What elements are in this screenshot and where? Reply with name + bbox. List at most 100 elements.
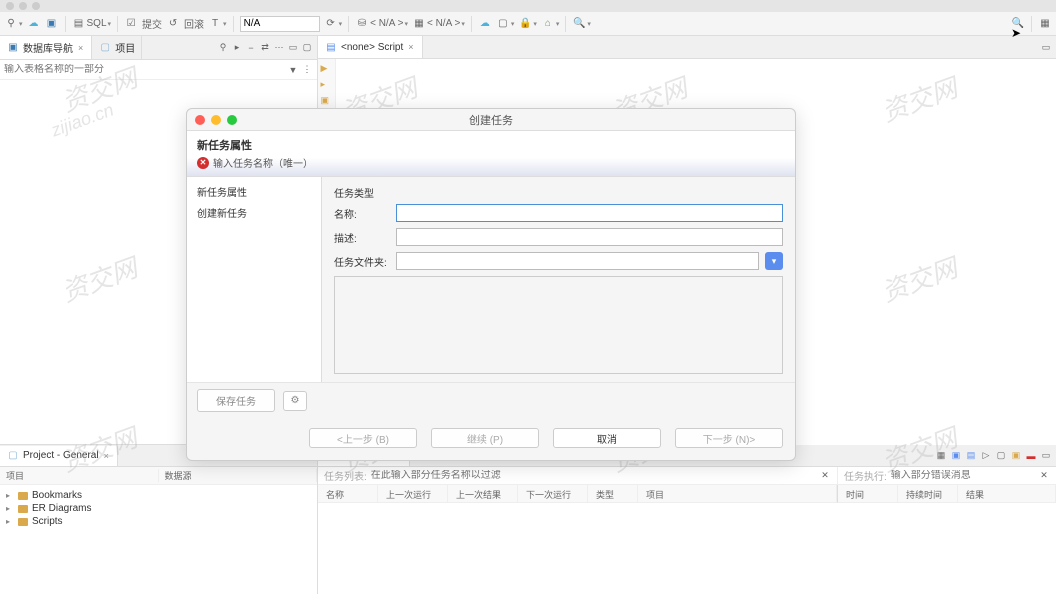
new-folder-icon[interactable]: ▸ (231, 42, 243, 54)
col-time[interactable]: 时间 (838, 485, 898, 502)
cloud-sync-icon[interactable]: ☁ (478, 17, 492, 31)
col-result[interactable]: 结果 (958, 485, 1056, 502)
save-task-button[interactable]: 保存任务 (197, 389, 275, 412)
project-icon: ▢ (98, 41, 112, 55)
col-duration[interactable]: 持续时间 (898, 485, 958, 502)
tab-projects[interactable]: ▢ 项目 (92, 36, 142, 59)
filter-icon[interactable]: ▼ (287, 64, 299, 76)
col-datasource[interactable]: 数据源 (159, 469, 318, 482)
explain-icon[interactable]: ▣ (321, 95, 333, 107)
clear-icon[interactable]: ✕ (1038, 470, 1050, 482)
col-project[interactable]: 项目 (0, 469, 159, 482)
col-next-run[interactable]: 下一次运行 (518, 485, 588, 502)
task-filter-input[interactable] (371, 470, 819, 481)
lock-dropdown[interactable]: 🔒▾ (518, 17, 537, 31)
close-icon[interactable]: × (76, 43, 85, 53)
sidebar-item-create-new-task[interactable]: 创建新任务 (187, 202, 321, 223)
dialog-min-dot[interactable] (211, 115, 221, 125)
col-last-run[interactable]: 上一次运行 (378, 485, 448, 502)
mac-close-dot[interactable] (6, 2, 14, 10)
plug-icon: ⚲ (4, 17, 18, 31)
exec-filter-input[interactable] (891, 470, 1038, 481)
folder-input[interactable] (396, 252, 759, 270)
close-icon[interactable]: × (406, 42, 415, 52)
home-icon: ⌂ (541, 17, 555, 31)
chevron-icon: ▸ (6, 517, 14, 526)
editor-tab-script[interactable]: ▤ <none> Script × (318, 36, 423, 58)
search-dropdown[interactable]: 🔍▾ (572, 17, 591, 31)
maximize-editor-icon[interactable]: ▭ (1040, 41, 1052, 53)
grid-toggle-icon[interactable]: ▦ (1038, 17, 1052, 31)
col-type[interactable]: 类型 (588, 485, 638, 502)
save-row: 保存任务 ⚙ (187, 382, 795, 418)
catalog-icon: ▦ (412, 17, 426, 31)
banner-subtitle: 输入任务名称（唯一） (213, 155, 313, 170)
minimize-icon[interactable]: ▭ (287, 42, 299, 54)
close-icon[interactable]: × (102, 451, 111, 461)
col-project[interactable]: 项目 (638, 485, 837, 502)
separator (348, 16, 349, 32)
back-button[interactable]: <上一步 (B) (309, 428, 417, 448)
grid-icon[interactable]: ▦ (935, 450, 947, 462)
delete-icon[interactable]: ▬ (1025, 450, 1037, 462)
folder-open-icon[interactable]: ▣ (45, 17, 59, 31)
rollback-icon[interactable]: ↺ (166, 17, 180, 31)
desc-input[interactable] (396, 228, 783, 246)
dialog-titlebar: 创建任务 (187, 109, 795, 131)
save-config-button[interactable]: ⚙ (283, 391, 307, 411)
name-input[interactable] (396, 204, 783, 222)
dialog-close-dot[interactable] (195, 115, 205, 125)
schema-dropdown[interactable]: ⛁< N/A >▾ (355, 17, 408, 31)
refresh-icon[interactable]: ⋯ (273, 42, 285, 54)
run-icon[interactable]: ▶ (321, 63, 333, 75)
bottom-area: ▢ Project - General × ⚙ − + ⇄ ▭ ▢ 项目 数据源… (0, 444, 1056, 594)
col-name[interactable]: 名称 (318, 485, 378, 502)
window-titlebar (0, 0, 1056, 12)
filter-settings-icon[interactable]: ⋮ (301, 64, 313, 76)
commit-icon[interactable]: ☑ (124, 17, 138, 31)
collapse-icon[interactable]: − (245, 42, 257, 54)
separator (233, 16, 234, 32)
cancel-button[interactable]: 取消 (553, 428, 661, 448)
minimize-icon[interactable]: ▭ (1040, 450, 1052, 462)
run-cursor-icon[interactable]: ▸ (321, 79, 333, 91)
cloud-icon[interactable]: ☁ (27, 17, 41, 31)
catalog-dropdown[interactable]: ▦< N/A >▾ (412, 17, 465, 31)
sql-dropdown[interactable]: ▤SQL▾ (72, 17, 112, 31)
sidebar-item-new-task-props[interactable]: 新任务属性 (187, 181, 321, 202)
browse-folder-button[interactable]: ▾ (765, 252, 783, 270)
new-task-icon[interactable]: ▣ (1010, 450, 1022, 462)
tab-project-general[interactable]: ▢ Project - General × (0, 446, 118, 466)
continue-button[interactable]: 继续 (P) (431, 428, 539, 448)
view2-icon[interactable]: ▤ (965, 450, 977, 462)
connect-icon[interactable]: ⚲ (217, 42, 229, 54)
exec-columns: 时间 持续时间 结果 (838, 485, 1056, 503)
home-dropdown[interactable]: ⌂▾ (541, 17, 560, 31)
clear-icon[interactable]: ✕ (819, 470, 831, 482)
tree-item-bookmarks[interactable]: ▸Bookmarks (6, 489, 311, 502)
tx-mode-dropdown[interactable]: T▾ (208, 17, 227, 31)
global-search-icon[interactable]: 🔍 (1011, 17, 1025, 31)
tree-item-scripts[interactable]: ▸Scripts (6, 515, 311, 528)
details-area[interactable] (334, 276, 783, 374)
datasource-refresh-dropdown[interactable]: ⟳▾ (324, 17, 343, 31)
link-icon[interactable]: ⇄ (259, 42, 271, 54)
datasource-input[interactable] (240, 16, 320, 32)
next-button[interactable]: 下一步 (N)> (675, 428, 783, 448)
tab-database-navigator[interactable]: ▣ 数据库导航 × (0, 36, 92, 59)
dialog-max-dot[interactable] (227, 115, 237, 125)
filter-input[interactable] (4, 64, 287, 75)
export-icon[interactable]: ▷ (980, 450, 992, 462)
db-nav-icon: ▣ (6, 41, 20, 55)
view1-icon[interactable]: ▣ (950, 450, 962, 462)
filter-label: 任务列表: (324, 468, 367, 483)
col-last-result[interactable]: 上一次结果 (448, 485, 518, 502)
new-connection-dropdown[interactable]: ⚲▾ (4, 17, 23, 31)
display-dropdown[interactable]: ▢▾ (496, 17, 515, 31)
bottom-right-panel: ▣ 数据库任务 × ▦ ▣ ▤ ▷ ▢ ▣ ▬ ▭ 任务列表: ✕ 任 (318, 445, 1056, 594)
folder-icon[interactable]: ▢ (995, 450, 1007, 462)
tree-item-er-diagrams[interactable]: ▸ER Diagrams (6, 502, 311, 515)
mac-min-dot[interactable] (19, 2, 27, 10)
maximize-icon[interactable]: ▢ (301, 42, 313, 54)
mac-max-dot[interactable] (32, 2, 40, 10)
